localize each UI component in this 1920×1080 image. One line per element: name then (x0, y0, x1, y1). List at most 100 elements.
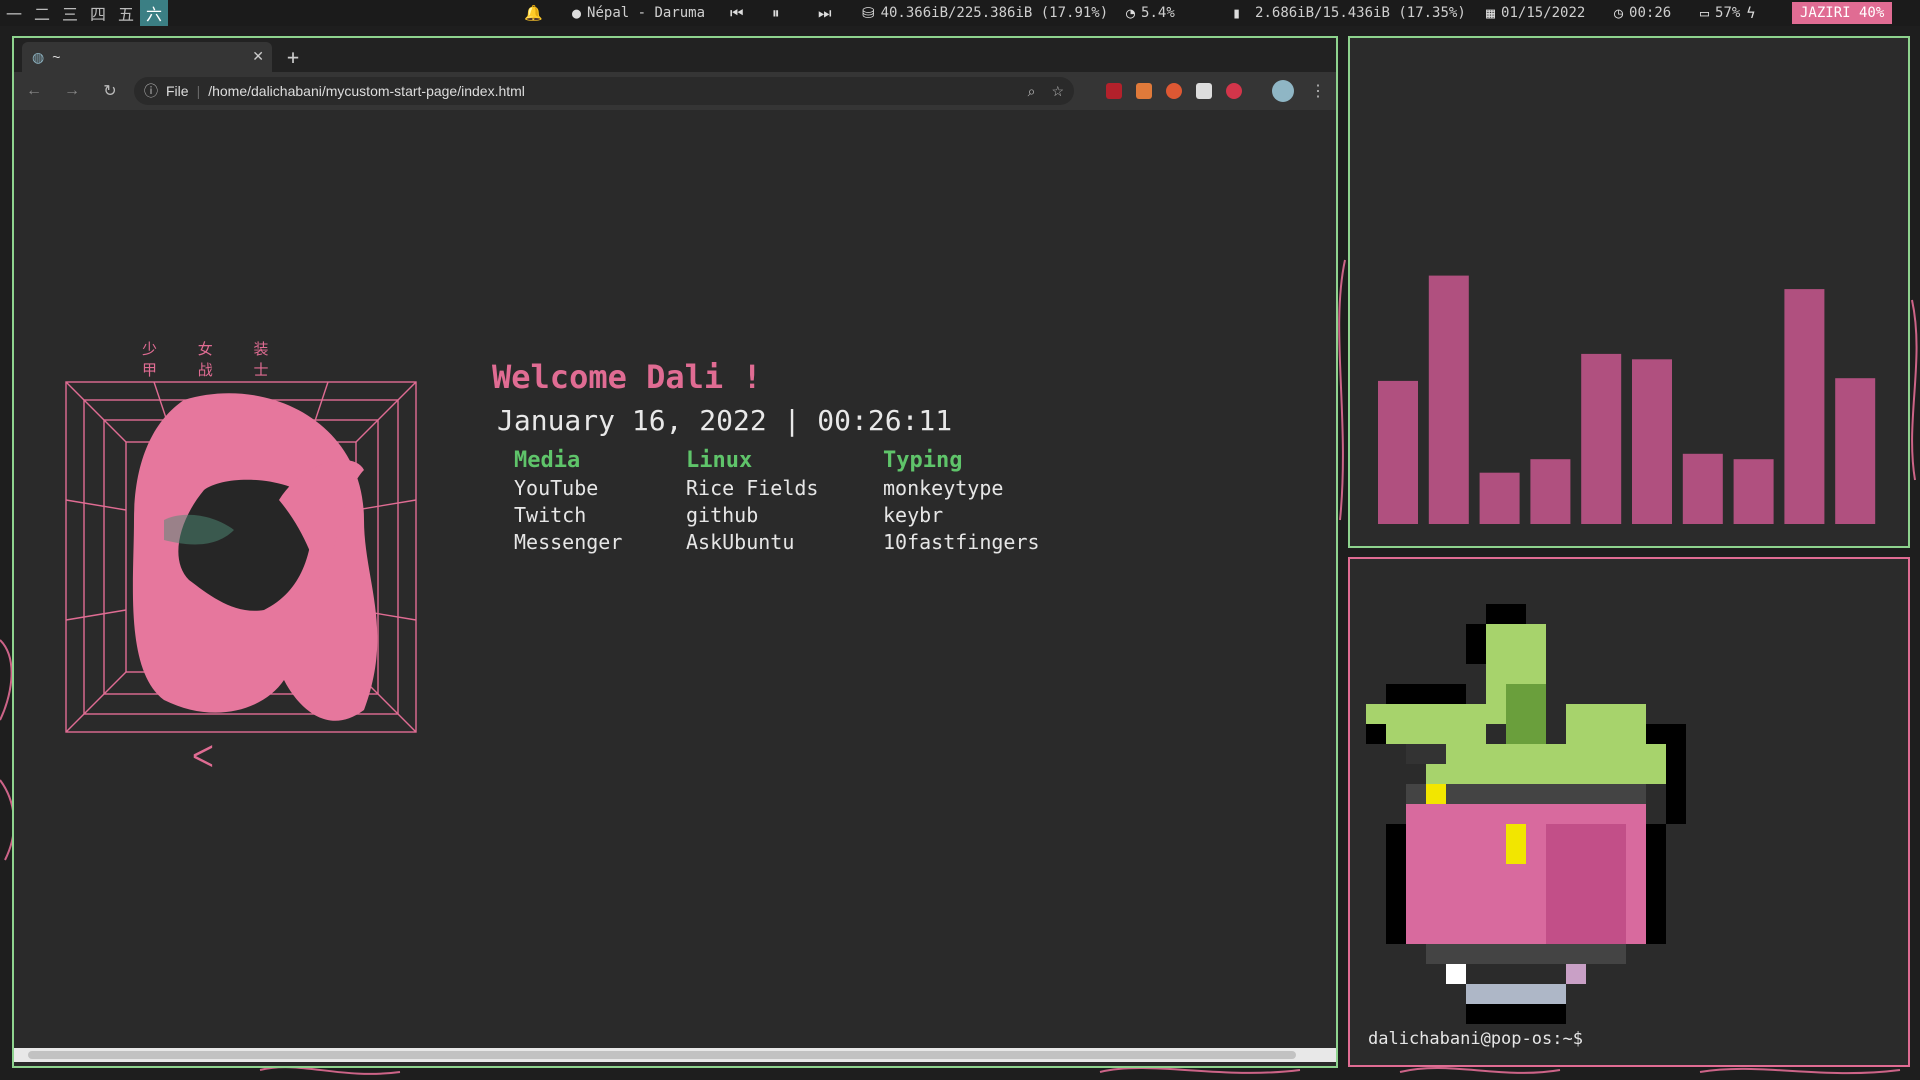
arrow-left-icon: ← (26, 82, 42, 99)
workspace-3[interactable]: 三 (56, 0, 84, 26)
new-tab-button[interactable]: + (278, 42, 308, 72)
extension-file-icon[interactable] (1196, 83, 1212, 99)
battery: ▭ 57% ϟ (1700, 0, 1755, 26)
calendar-icon: ▦ (1486, 4, 1496, 22)
terminal-prompt[interactable]: dalichabani@pop-os:~$ (1368, 1029, 1583, 1049)
visualizer-bar (1378, 380, 1418, 524)
workspace-4[interactable]: 四 (84, 0, 112, 26)
now-playing-label: Népal - Daruma (587, 5, 706, 21)
visualizer-bar (1479, 472, 1520, 524)
keyboard-layout[interactable]: JAZIRI 40% (1792, 0, 1893, 26)
close-tab-icon[interactable]: ✕ (252, 48, 264, 65)
disk-usage-label: 40.366iB/225.386iB (17.91%) (880, 5, 1109, 21)
visualizer-bar (1733, 459, 1774, 524)
battery-icon: ▭ (1700, 4, 1710, 22)
start-page: 少 女 装 甲 战 士 ᐸ Welcome Dali ! January 16,… (14, 110, 1336, 1062)
workspace-5[interactable]: 五 (112, 0, 140, 26)
column-typing: Typing monkeytype keybr 10fastfingers (883, 448, 1083, 557)
link-askubuntu[interactable]: AskUbuntu (686, 530, 883, 557)
profile-avatar[interactable] (1272, 80, 1294, 102)
visualizer-bars (1378, 275, 1876, 524)
browser-tab[interactable]: ◍ ~ ✕ (22, 42, 272, 72)
speedometer-icon: ◔ (1126, 4, 1136, 22)
link-keybr[interactable]: keybr (883, 503, 1083, 530)
visualizer-bar (1835, 378, 1876, 524)
link-rice-fields[interactable]: Rice Fields (686, 476, 883, 503)
extensions (1106, 83, 1242, 99)
spotify-icon: ● (572, 4, 582, 22)
url-scheme-label: File (166, 83, 189, 99)
address-bar[interactable]: ⓘ File | /home/dalichabani/mycustom-star… (134, 77, 1074, 105)
visualizer-bar (1682, 453, 1723, 524)
pause-button[interactable]: ⏸ (772, 0, 780, 26)
horizontal-scrollbar[interactable] (14, 1048, 1336, 1062)
extension-lips-icon[interactable] (1226, 83, 1242, 99)
workspace-switcher: 一 二 三 四 五 六 (0, 0, 168, 26)
browser-window: ◍ ~ ✕ + ← → ↻ ⓘ File | /home/dalichabani… (12, 36, 1338, 1068)
workspace-6-active[interactable]: 六 (140, 0, 168, 26)
ublock-icon[interactable] (1106, 83, 1122, 99)
workspace-1[interactable]: 一 (0, 0, 28, 26)
battery-label: 57% (1715, 5, 1741, 21)
scrollbar-thumb[interactable] (28, 1051, 1296, 1059)
link-youtube[interactable]: YouTube (514, 476, 686, 503)
visualizer-bar (1581, 353, 1622, 524)
notifications[interactable]: 🔔 (524, 0, 543, 26)
cpu-usage-label: 5.4% (1141, 5, 1175, 21)
terminal-window[interactable]: dalichabani@pop-os:~$ (1348, 557, 1910, 1067)
disk-usage: ⛁ 40.366iB/225.386iB (17.91%) (862, 0, 1108, 26)
reload-icon: ↻ (103, 83, 117, 100)
visualizer-bar (1632, 359, 1672, 524)
info-icon: ⓘ (144, 83, 158, 99)
clock-icon: ◷ (1614, 4, 1624, 22)
globe-icon: ◍ (32, 48, 45, 65)
forward-button[interactable]: → (58, 82, 86, 100)
reload-button[interactable]: ↻ (96, 81, 124, 101)
now-playing[interactable]: ● Népal - Daruma (572, 0, 705, 26)
menu-dots-icon[interactable]: ⋮ (1310, 81, 1326, 101)
logo-mark: ᐸ (192, 740, 214, 775)
zoom-icon[interactable]: ⌕ (1028, 83, 1036, 100)
date-time: January 16, 2022 | 00:26:11 (497, 404, 953, 437)
link-twitch[interactable]: Twitch (514, 503, 686, 530)
visualizer-bar (1530, 459, 1571, 524)
plus-icon: + (286, 45, 300, 69)
welcome-heading: Welcome Dali ! (492, 358, 762, 396)
url-separator: | (196, 83, 201, 99)
link-10fastfingers[interactable]: 10fastfingers (883, 530, 1083, 557)
bell-icon: 🔔 (524, 4, 543, 22)
column-heading: Media (514, 448, 581, 473)
art-caption: 少 女 装 甲 战 士 (142, 340, 287, 379)
extension-orange-icon[interactable] (1136, 83, 1152, 99)
date[interactable]: ▦ 01/15/2022 (1486, 0, 1585, 26)
browser-toolbar: ← → ↻ ⓘ File | /home/dalichabani/mycusto… (14, 72, 1336, 110)
pause-icon: ⏸ (772, 4, 780, 22)
bookmark-star-icon[interactable]: ☆ (1051, 83, 1064, 100)
clock-label: 00:26 (1629, 5, 1672, 21)
memory-usage: ▮ 2.686iB/15.436iB (17.35%) (1232, 0, 1466, 26)
column-heading: Typing (883, 448, 963, 473)
pixel-turnip-art (1366, 604, 1686, 1024)
previous-track-button[interactable]: ⏮ (730, 0, 744, 26)
link-messenger[interactable]: Messenger (514, 530, 686, 557)
back-button[interactable]: ← (20, 82, 48, 100)
link-monkeytype[interactable]: monkeytype (883, 476, 1083, 503)
audio-visualizer-window (1348, 36, 1910, 548)
disk-icon: ⛁ (862, 4, 875, 22)
date-label: 01/15/2022 (1501, 5, 1586, 21)
next-track-button[interactable]: ⏭ (818, 0, 832, 26)
clock: ◷ 00:26 (1614, 0, 1671, 26)
memory-icon: ▮ (1232, 4, 1242, 22)
tab-strip: ◍ ~ ✕ + (14, 38, 1336, 72)
memory-usage-label: 2.686iB/15.436iB (17.35%) (1255, 5, 1466, 21)
workspace-2[interactable]: 二 (28, 0, 56, 26)
visualizer-bar (1428, 275, 1469, 524)
anime-girl-artwork (65, 381, 417, 733)
next-track-icon: ⏭ (818, 4, 832, 22)
duckduckgo-icon[interactable] (1166, 83, 1182, 99)
link-github[interactable]: github (686, 503, 883, 530)
keyboard-layout-badge: JAZIRI 40% (1792, 2, 1893, 24)
previous-track-icon: ⏮ (730, 4, 744, 22)
column-media: Media YouTube Twitch Messenger (514, 448, 686, 557)
tab-title: ~ (52, 49, 61, 65)
